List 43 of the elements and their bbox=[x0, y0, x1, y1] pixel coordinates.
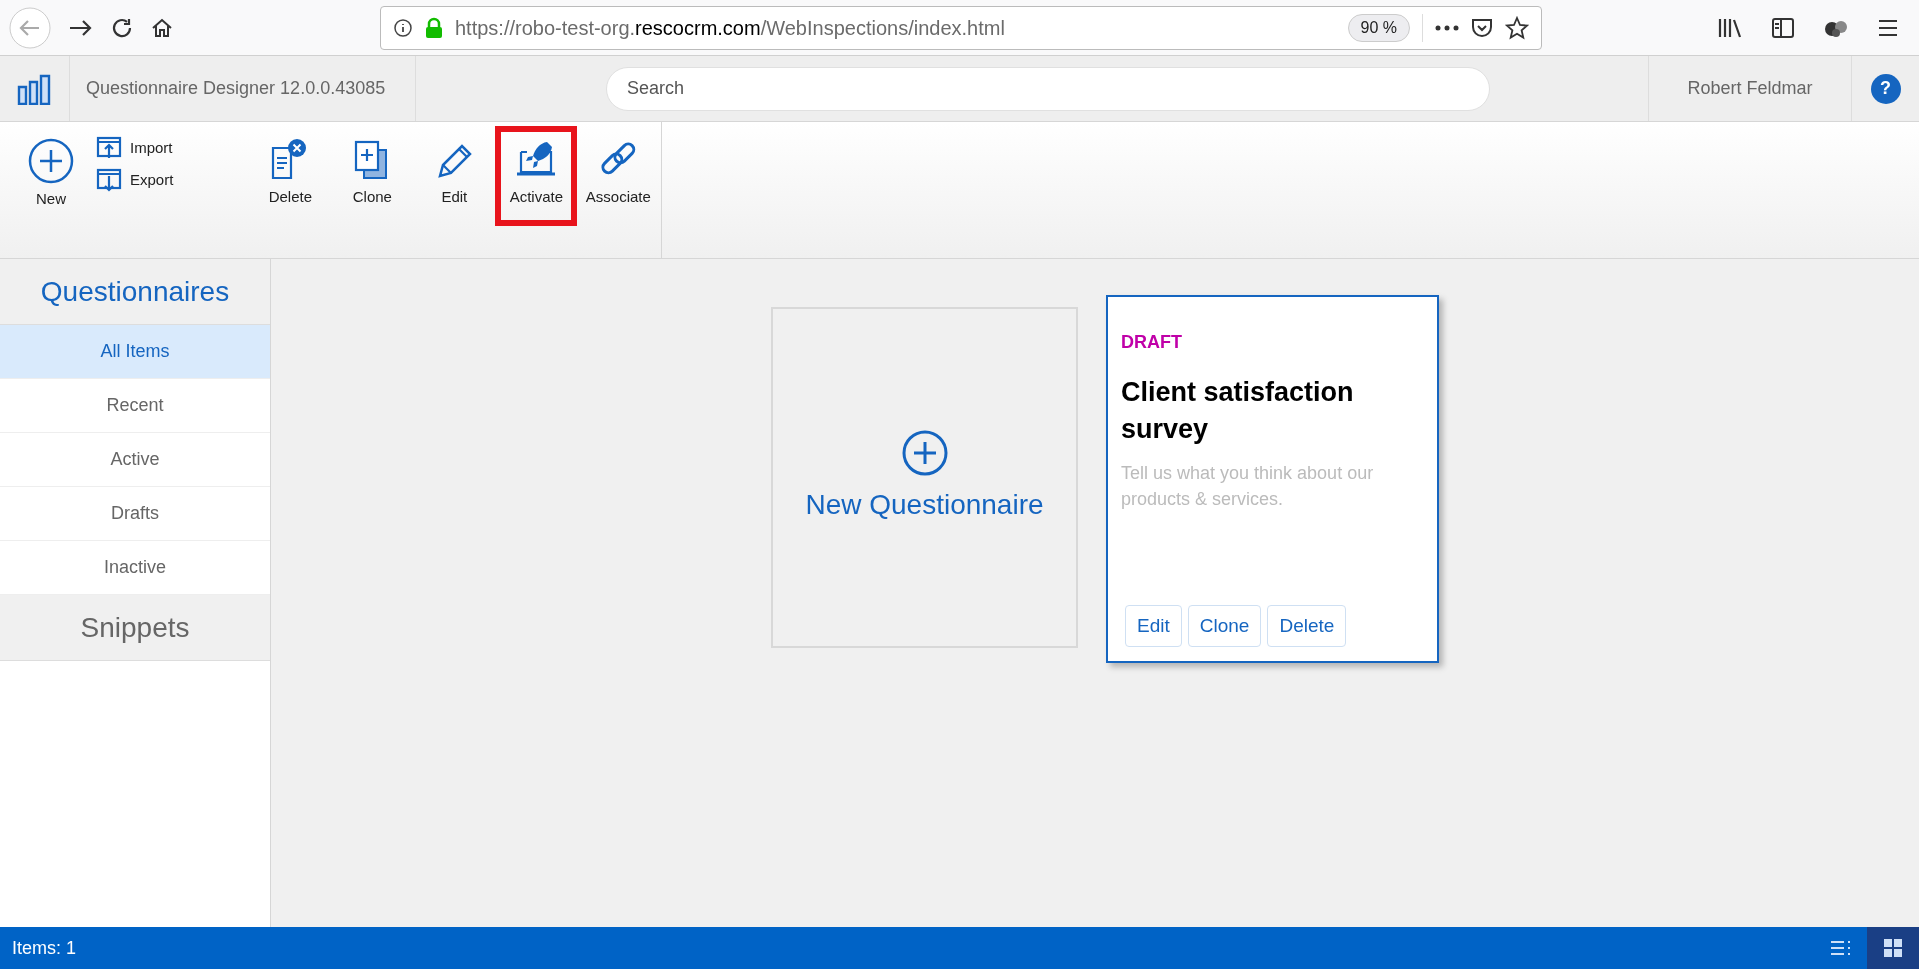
padlock-icon bbox=[425, 16, 443, 39]
card-button[interactable]: Delete bbox=[1267, 605, 1347, 647]
card-description: Tell us what you think about our products & services. bbox=[1121, 462, 1375, 511]
user-name[interactable]: Robert Feldmar bbox=[1687, 75, 1813, 102]
url-text: https://robo-test-org.rescocrm.com/WebInspections/index.html bbox=[455, 15, 1005, 41]
info-icon[interactable] bbox=[393, 17, 413, 38]
toolbar-button[interactable]: Edit bbox=[413, 126, 496, 226]
import-icon bbox=[96, 136, 122, 160]
library-icon[interactable] bbox=[1717, 16, 1743, 39]
toolbar-button[interactable]: Export bbox=[96, 168, 174, 192]
card-title: Client satisfaction survey bbox=[1121, 376, 1355, 446]
plus-circle-icon bbox=[901, 429, 948, 476]
section-header[interactable]: Snippets bbox=[0, 595, 270, 661]
sidebar-icon[interactable] bbox=[1771, 16, 1795, 39]
app-title: Questionnaire Designer 12.0.0.43085 bbox=[86, 77, 386, 100]
questionnaire-card[interactable]: DRAFT Client satisfaction survey Tell us what you think about our products & services. Edit Clone Delete bbox=[1106, 295, 1439, 663]
plus-circle-icon bbox=[28, 138, 74, 184]
new-questionnaire-card[interactable]: New Questionnaire bbox=[771, 307, 1078, 648]
bar-chart-logo-icon[interactable] bbox=[16, 72, 53, 105]
item-count: Items: 1 bbox=[11, 936, 77, 960]
export-icon bbox=[96, 168, 122, 192]
toolbar-button[interactable]: Delete bbox=[249, 126, 332, 226]
toolbar-button[interactable]: New bbox=[10, 126, 92, 226]
list-view-icon[interactable] bbox=[1830, 940, 1852, 956]
card-button[interactable]: Edit bbox=[1125, 605, 1182, 647]
more-icon[interactable] bbox=[1435, 24, 1459, 31]
zoom-level[interactable]: 90 % bbox=[1347, 13, 1410, 42]
card-label: New Questionnaire bbox=[805, 487, 1044, 522]
toolbar-button[interactable]: Associate bbox=[577, 126, 660, 226]
pocket-icon[interactable] bbox=[1471, 16, 1493, 39]
tiles-view-icon[interactable] bbox=[1884, 939, 1902, 957]
toolbar-button[interactable]: Clone bbox=[331, 126, 414, 226]
star-icon[interactable] bbox=[1505, 15, 1529, 40]
status-label: DRAFT bbox=[1121, 331, 1183, 354]
address-bar[interactable]: https://robo-test-org.rescocrm.com/WebInspections/index.html 90 % bbox=[380, 5, 1542, 50]
section-header[interactable]: Questionnaires bbox=[0, 259, 270, 325]
toolbar-button[interactable]: Import bbox=[96, 136, 174, 160]
help-button[interactable]: ? bbox=[1870, 73, 1901, 104]
card-button[interactable]: Clone bbox=[1187, 605, 1262, 647]
search-field[interactable]: Search bbox=[606, 66, 1490, 111]
toolbar-button[interactable]: Activate bbox=[495, 126, 578, 226]
sidebar-item[interactable]: All Items bbox=[0, 325, 270, 379]
menu-icon[interactable] bbox=[1877, 17, 1899, 38]
